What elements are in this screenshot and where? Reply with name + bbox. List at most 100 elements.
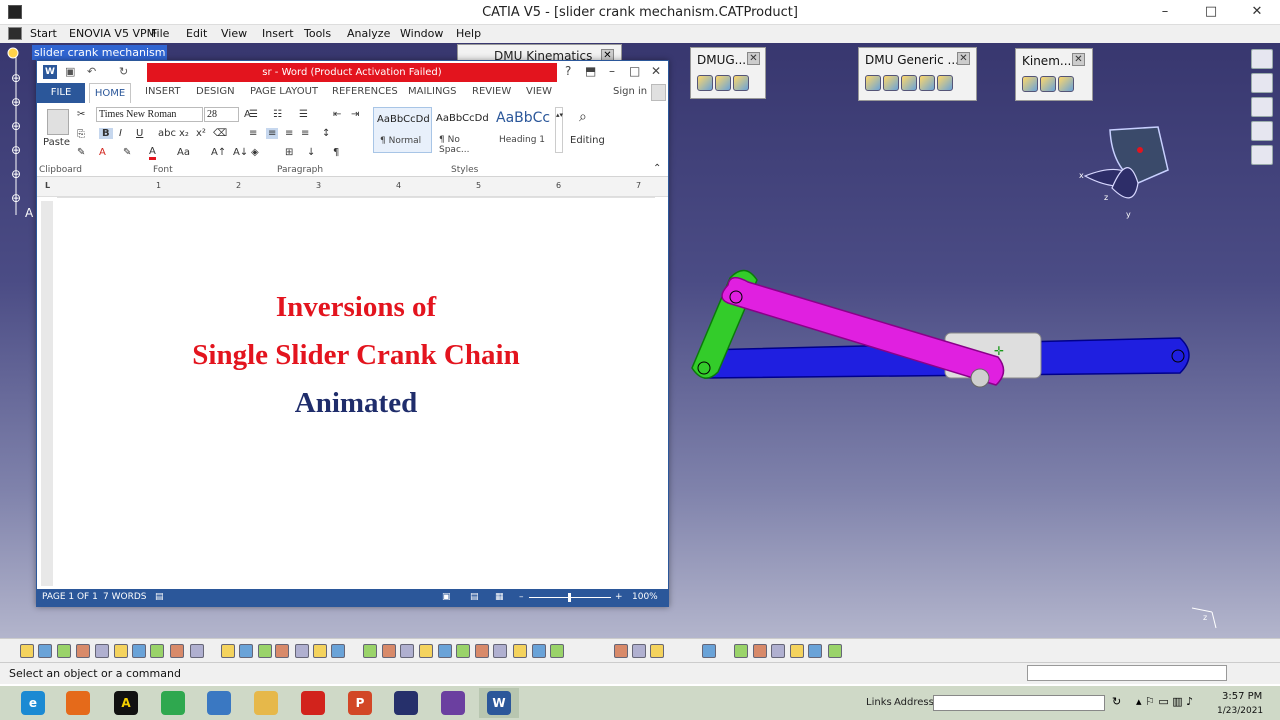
comment-icon[interactable] (239, 644, 253, 658)
save-icon[interactable]: ▣ (65, 65, 75, 78)
menu-enovia[interactable]: ENOVIA V5 VPM (69, 27, 156, 40)
pan-icon[interactable] (400, 644, 414, 658)
superscript-icon[interactable]: x² (196, 128, 206, 139)
sign-in-link[interactable]: Sign in (613, 86, 647, 97)
analysis-icon[interactable] (919, 75, 935, 91)
editing-button[interactable]: Editing (570, 135, 605, 146)
swap-icon[interactable] (550, 644, 564, 658)
underline-button[interactable]: U (136, 128, 143, 139)
rotate-icon[interactable] (419, 644, 433, 658)
zoom-in-icon[interactable] (438, 644, 452, 658)
word-app-icon[interactable]: W (43, 65, 57, 79)
kinematics-toolbar[interactable]: Kinem... ✕ (1015, 48, 1093, 101)
open-icon[interactable] (38, 644, 52, 658)
snap-icon[interactable] (828, 644, 842, 658)
taskbar-word-icon[interactable]: W (479, 688, 519, 718)
render-icon[interactable] (513, 644, 527, 658)
taskbar-firefox-icon[interactable] (58, 688, 98, 718)
align-left-icon[interactable]: ≡ (249, 128, 257, 139)
menu-edit[interactable]: Edit (186, 27, 207, 40)
show-formatting-icon[interactable]: ¶ (333, 147, 339, 158)
horizontal-ruler[interactable]: L 1 2 3 4 5 6 7 (37, 177, 668, 197)
word-close-button[interactable]: ✕ (651, 64, 661, 78)
borders-icon[interactable]: ⊞ (285, 147, 293, 158)
document-line-3[interactable]: Animated (57, 387, 655, 420)
paste-button[interactable]: Paste (43, 137, 70, 148)
clock-time[interactable]: 3:57 PM (1222, 691, 1262, 702)
sensor-icon[interactable] (901, 75, 917, 91)
tab-insert[interactable]: INSERT (145, 86, 180, 97)
tools-icon[interactable] (937, 75, 953, 91)
taskbar-this-pc-icon[interactable] (199, 688, 239, 718)
tab-review[interactable]: REVIEW (472, 86, 511, 97)
redo-icon[interactable] (170, 644, 184, 658)
paste-icon[interactable] (47, 109, 69, 135)
close-icon[interactable]: ✕ (747, 52, 760, 65)
sequence-icon[interactable] (883, 75, 899, 91)
ribbon-display-icon[interactable]: ⬒ (585, 64, 596, 78)
maximize-button[interactable]: □ (1188, 0, 1234, 25)
zoom-level[interactable]: 100% (632, 592, 658, 602)
word-window[interactable]: W ▣ ↶ ↻ sr - Word (Product Activation Fa… (36, 60, 669, 607)
help-button[interactable]: ? (565, 64, 571, 78)
menu-insert[interactable]: Insert (262, 27, 294, 40)
menu-start[interactable]: Start (30, 27, 57, 40)
compass-icon[interactable] (734, 644, 748, 658)
close-icon[interactable]: ✕ (957, 52, 970, 65)
replay-icon[interactable] (733, 75, 749, 91)
decrease-indent-icon[interactable]: ⇤ (333, 109, 341, 120)
taskbar-autocad-icon[interactable]: A (106, 688, 146, 718)
normal-view-icon[interactable] (475, 644, 489, 658)
justify-icon[interactable]: ≡ (301, 128, 309, 139)
fix-icon[interactable] (632, 644, 646, 658)
simulation-icon[interactable] (697, 75, 713, 91)
menu-window[interactable]: Window (400, 27, 443, 40)
word-minimize-button[interactable]: – (609, 64, 615, 78)
update-icon[interactable] (650, 644, 664, 658)
taskbar-file-explorer-icon[interactable] (246, 688, 286, 718)
magnify-icon[interactable] (808, 644, 822, 658)
read-mode-icon[interactable]: ▣ (442, 592, 451, 602)
align-right-icon[interactable]: ≡ (285, 128, 293, 139)
clear-formatting-icon[interactable]: ⌫ (213, 128, 227, 139)
find-icon[interactable]: ⌕ (579, 109, 587, 125)
refresh-icon[interactable]: ↻ (1112, 695, 1121, 708)
compass-snap-icon[interactable] (1251, 97, 1273, 117)
zoom-in-button[interactable]: + (615, 592, 623, 602)
strikethrough-icon[interactable]: abc (158, 128, 176, 139)
previous-icon[interactable] (753, 644, 767, 658)
style-normal[interactable]: AaBbCcDd ¶ Normal (373, 107, 432, 153)
document-line-2[interactable]: Single Slider Crank Chain (57, 339, 655, 372)
copy-icon[interactable] (114, 644, 128, 658)
formula-icon[interactable] (221, 644, 235, 658)
print-layout-icon[interactable]: ▤ (470, 592, 479, 602)
tab-stop-icon[interactable]: L (45, 181, 50, 190)
cut-icon[interactable]: ✂ (77, 109, 85, 120)
links-toolbar[interactable]: Links (866, 697, 892, 708)
compass-widget[interactable]: x y z (1079, 126, 1169, 219)
tab-file[interactable]: FILE (37, 83, 85, 103)
tree-root-node[interactable]: slider crank mechanism (32, 45, 168, 60)
sort-icon[interactable]: ↓ (307, 147, 315, 158)
start-icon[interactable] (8, 27, 22, 40)
collapse-ribbon-icon[interactable]: ⌃ (653, 163, 661, 174)
copy-icon[interactable]: ⎘ (77, 129, 85, 140)
document-page[interactable]: Inversions of Single Slider Crank Chain … (57, 197, 655, 577)
avatar[interactable] (651, 84, 666, 101)
taskbar-catia-icon[interactable] (386, 688, 426, 718)
redo-icon[interactable]: ↻ (119, 65, 128, 78)
zoom-out-icon[interactable] (456, 644, 470, 658)
cut-icon[interactable] (95, 644, 109, 658)
fit-all-icon[interactable] (382, 644, 396, 658)
taskbar-chrome-icon[interactable] (153, 688, 193, 718)
document-line-1[interactable]: Inversions of (57, 291, 655, 324)
clock-date[interactable]: 1/23/2021 (1217, 706, 1263, 716)
tab-references[interactable]: REFERENCES (332, 86, 398, 97)
minimize-button[interactable]: – (1142, 0, 1188, 25)
tab-page-layout[interactable]: PAGE LAYOUT (250, 86, 318, 97)
edit-simulation-icon[interactable] (715, 75, 731, 91)
font-name-select[interactable]: Times New Roman (96, 107, 203, 122)
taskbar-internet-explorer-icon[interactable]: e (13, 688, 53, 718)
font-size-select[interactable]: 28 (204, 107, 239, 122)
bullets-icon[interactable]: ☰ (249, 109, 258, 120)
